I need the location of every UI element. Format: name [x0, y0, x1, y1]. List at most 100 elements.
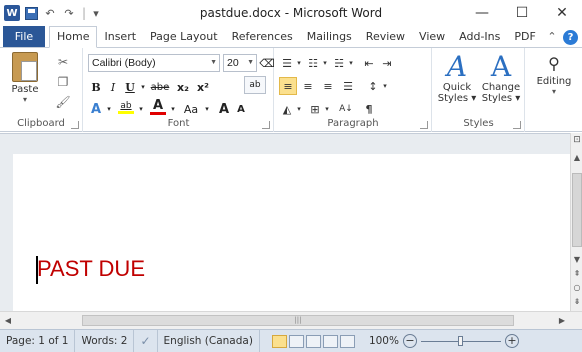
outline-icon[interactable] — [322, 334, 338, 348]
undo-icon[interactable]: ↶ — [42, 5, 58, 21]
align-center-button[interactable]: ≡ — [299, 77, 317, 95]
save-icon[interactable] — [23, 5, 39, 21]
font-color-button[interactable]: A — [148, 98, 168, 116]
print-layout-icon[interactable] — [271, 334, 287, 348]
change-styles-button[interactable]: A Change Styles ▾ — [479, 52, 523, 114]
text-effects-button[interactable]: A — [88, 100, 104, 118]
font-size-combobox[interactable]: 20 ▼ — [223, 54, 257, 72]
tab-review[interactable]: Review — [359, 27, 412, 47]
vertical-scrollbar[interactable]: ⊡ ▲ ▼ ⇞ ○ ⇟ — [570, 133, 582, 311]
align-right-button[interactable]: ≡ — [319, 77, 337, 95]
align-left-button[interactable]: ≡ — [279, 77, 297, 95]
chevron-down-icon[interactable]: ▾ — [381, 77, 389, 95]
text-effects-icon[interactable]: ab — [244, 76, 266, 94]
full-screen-reading-icon[interactable] — [288, 334, 304, 348]
tab-mailings[interactable]: Mailings — [300, 27, 359, 47]
proofing-icon[interactable]: ✓ — [134, 329, 158, 352]
chevron-down-icon[interactable]: ▾ — [203, 100, 211, 118]
scroll-down-icon[interactable]: ▼ — [572, 255, 582, 264]
chevron-down-icon[interactable]: ▾ — [323, 100, 331, 118]
page-count[interactable]: Page: 1 of 1 — [0, 329, 76, 352]
chevron-down-icon[interactable]: ▾ — [347, 54, 355, 72]
shading-icon[interactable]: ◭ — [279, 100, 295, 118]
close-button[interactable]: ✕ — [542, 0, 582, 26]
document-page[interactable]: PAST DUE — [13, 154, 570, 314]
decrease-indent-icon[interactable]: ⇤ — [361, 54, 377, 72]
styles-launcher-icon[interactable] — [513, 121, 521, 129]
word-count[interactable]: Words: 2 — [75, 329, 135, 352]
horizontal-scroll-thumb[interactable]: ||| — [82, 315, 514, 326]
minimize-ribbon-icon[interactable]: ⌃ — [543, 27, 561, 47]
underline-button[interactable]: U — [122, 78, 138, 96]
chevron-down-icon[interactable]: ▾ — [321, 54, 329, 72]
help-icon[interactable]: ? — [563, 30, 578, 45]
paragraph-launcher-icon[interactable] — [420, 121, 428, 129]
customize-qat-icon[interactable]: ▾ — [88, 5, 104, 21]
draft-icon[interactable] — [339, 334, 355, 348]
chevron-down-icon[interactable]: ▾ — [105, 100, 113, 118]
multilevel-list-icon[interactable]: ☵ — [331, 54, 347, 72]
bullets-icon[interactable]: ☰ — [279, 54, 295, 72]
tab-page-layout[interactable]: Page Layout — [143, 27, 225, 47]
zoom-level[interactable]: 100% — [369, 335, 399, 347]
show-formatting-button[interactable]: ¶ — [361, 100, 377, 118]
subscript-button[interactable]: x₂ — [174, 78, 192, 96]
web-layout-icon[interactable] — [305, 334, 321, 348]
tab-file[interactable]: File — [3, 26, 45, 47]
tab-pdf[interactable]: PDF — [507, 27, 542, 47]
format-painter-icon[interactable]: 🖌 — [54, 94, 72, 110]
chevron-down-icon[interactable]: ▾ — [139, 78, 147, 96]
editing-button[interactable]: ⚲ Editing ▾ — [528, 54, 580, 96]
cut-icon[interactable]: ✂ — [54, 54, 72, 70]
zoom-slider-thumb[interactable] — [458, 336, 464, 346]
paste-button[interactable]: Paste ▾ — [6, 52, 44, 112]
sort-icon[interactable]: A↓ — [337, 100, 355, 118]
chevron-down-icon[interactable]: ▾ — [295, 54, 303, 72]
horizontal-scrollbar[interactable]: ◀ ||| ▶ — [0, 311, 582, 329]
zoom-in-icon[interactable]: + — [504, 334, 519, 348]
chevron-down-icon[interactable]: ▾ — [137, 100, 145, 118]
change-case-button[interactable]: Aa — [180, 100, 202, 118]
previous-page-icon[interactable]: ⇞ — [572, 269, 582, 278]
minimize-button[interactable]: — — [462, 0, 502, 26]
quick-styles-button[interactable]: A Quick Styles ▾ — [435, 52, 479, 114]
line-spacing-icon[interactable]: ↕ — [365, 77, 381, 95]
bold-button[interactable]: B — [88, 78, 104, 96]
redo-icon[interactable]: ↷ — [61, 5, 77, 21]
maximize-button[interactable]: ☐ — [502, 0, 542, 26]
grow-font-button[interactable]: A — [216, 100, 232, 118]
chevron-down-icon[interactable]: ▾ — [169, 100, 177, 118]
font-name-combobox[interactable]: Calibri (Body) ▼ — [88, 54, 220, 72]
justify-button[interactable]: ☰ — [339, 77, 357, 95]
clipboard-launcher-icon[interactable] — [71, 121, 79, 129]
font-launcher-icon[interactable] — [262, 121, 270, 129]
browse-object-icon[interactable]: ○ — [572, 283, 582, 292]
word-logo-icon[interactable]: W — [4, 5, 20, 21]
italic-button[interactable]: I — [105, 78, 121, 96]
document-text[interactable]: PAST DUE — [37, 256, 145, 282]
strikethrough-button[interactable]: abe — [148, 78, 172, 96]
tab-home[interactable]: Home — [49, 26, 98, 48]
increase-indent-icon[interactable]: ⇥ — [379, 54, 395, 72]
scroll-up-icon[interactable]: ▲ — [572, 153, 582, 162]
tab-insert[interactable]: Insert — [97, 27, 143, 47]
scroll-right-icon[interactable]: ▶ — [557, 315, 567, 327]
tab-references[interactable]: References — [225, 27, 300, 47]
copy-icon[interactable]: ❐ — [54, 74, 72, 90]
shrink-font-button[interactable]: A — [233, 100, 249, 118]
next-page-icon[interactable]: ⇟ — [572, 297, 582, 306]
scroll-left-icon[interactable]: ◀ — [3, 315, 13, 327]
language[interactable]: English (Canada) — [158, 329, 260, 352]
numbering-icon[interactable]: ☷ — [305, 54, 321, 72]
clear-formatting-icon[interactable]: ⌫ — [259, 54, 275, 72]
tab-add-ins[interactable]: Add-Ins — [452, 27, 507, 47]
borders-icon[interactable]: ⊞ — [307, 100, 323, 118]
ruler-toggle-icon[interactable]: ⊡ — [572, 135, 582, 145]
chevron-down-icon[interactable]: ▾ — [295, 100, 303, 118]
vertical-scroll-thumb[interactable] — [572, 173, 582, 247]
zoom-out-icon[interactable]: − — [402, 334, 417, 348]
tab-view[interactable]: View — [412, 27, 452, 47]
superscript-button[interactable]: x² — [194, 78, 212, 96]
zoom-slider[interactable] — [420, 334, 501, 348]
highlight-button[interactable]: ab — [116, 98, 136, 116]
